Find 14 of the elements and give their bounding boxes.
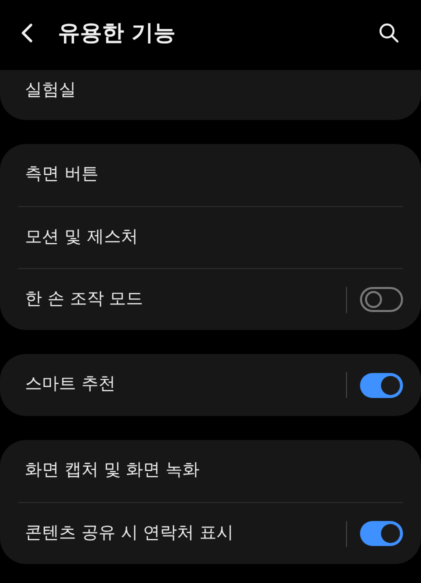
toggle-switch[interactable] [360, 287, 403, 312]
setting-label[interactable]: 화면 캡처 및 화면 녹화 [18, 458, 200, 484]
setting-label[interactable]: 측면 버튼 [18, 162, 98, 188]
setting-label[interactable]: 콘텐츠 공유 시 연락처 표시 [18, 520, 234, 546]
setting-label[interactable]: 스마트 추천 [18, 372, 116, 398]
setting-label[interactable]: 한 손 조작 모드 [18, 286, 144, 312]
page-title: 유용한 기능 [58, 20, 176, 48]
setting-label[interactable]: 실험실 [18, 78, 76, 104]
toggle-switch[interactable] [360, 521, 403, 546]
search-button[interactable] [379, 23, 399, 43]
back-icon [20, 23, 34, 43]
search-icon [379, 23, 399, 43]
setting-label[interactable]: 모션 및 제스처 [18, 224, 138, 250]
toggle-switch[interactable] [360, 372, 403, 398]
